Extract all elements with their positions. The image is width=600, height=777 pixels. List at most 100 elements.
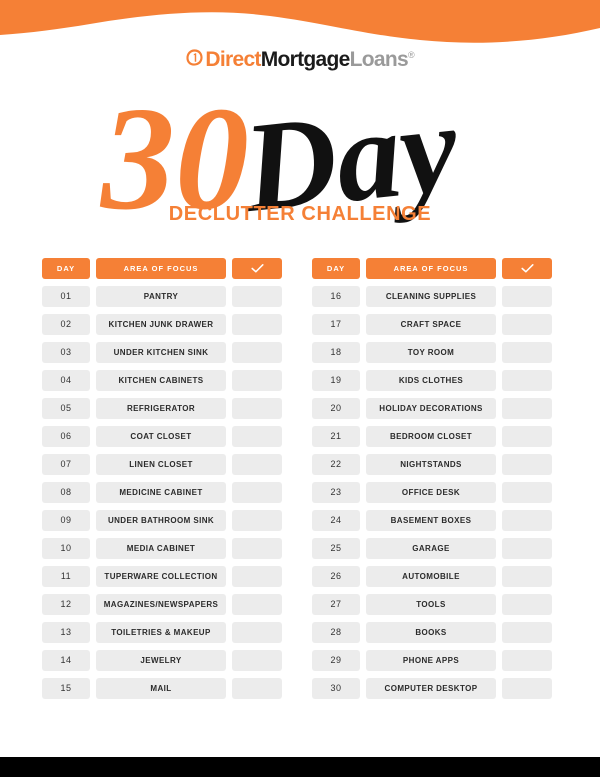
- cell-area-of-focus: COAT CLOSET: [96, 426, 226, 447]
- cell-checkbox[interactable]: [502, 678, 552, 699]
- table-row: 06 COAT CLOSET: [42, 426, 282, 447]
- cell-checkbox[interactable]: [232, 426, 282, 447]
- cell-checkbox[interactable]: [232, 566, 282, 587]
- table-row: 20 HOLIDAY DECORATIONS: [312, 398, 552, 419]
- table-row: 29 PHONE APPS: [312, 650, 552, 671]
- table-header-row-left: DAY AREA OF FOCUS: [42, 258, 282, 279]
- header-day: DAY: [42, 258, 90, 279]
- header-area: AREA OF FOCUS: [366, 258, 496, 279]
- cell-area-of-focus: JEWELRY: [96, 650, 226, 671]
- table-row: 18 TOY ROOM: [312, 342, 552, 363]
- table-row: 21 BEDROOM CLOSET: [312, 426, 552, 447]
- cell-day: 13: [42, 622, 90, 643]
- cell-area-of-focus: BASEMENT BOXES: [366, 510, 496, 531]
- cell-checkbox[interactable]: [232, 482, 282, 503]
- cell-day: 30: [312, 678, 360, 699]
- cell-area-of-focus: TOY ROOM: [366, 342, 496, 363]
- cell-checkbox[interactable]: [502, 426, 552, 447]
- cell-checkbox[interactable]: [502, 286, 552, 307]
- cell-checkbox[interactable]: [502, 398, 552, 419]
- cell-checkbox[interactable]: [502, 454, 552, 475]
- cell-area-of-focus: KITCHEN JUNK DRAWER: [96, 314, 226, 335]
- cell-checkbox[interactable]: [502, 622, 552, 643]
- cell-checkbox[interactable]: [502, 510, 552, 531]
- table-row: 19 KIDS CLOTHES: [312, 370, 552, 391]
- cell-checkbox[interactable]: [232, 370, 282, 391]
- cell-area-of-focus: MAIL: [96, 678, 226, 699]
- cell-area-of-focus: TUPERWARE COLLECTION: [96, 566, 226, 587]
- cell-area-of-focus: COMPUTER DESKTOP: [366, 678, 496, 699]
- cell-day: 08: [42, 482, 90, 503]
- cell-area-of-focus: TOILETRIES & MAKEUP: [96, 622, 226, 643]
- cell-day: 29: [312, 650, 360, 671]
- cell-checkbox[interactable]: [232, 314, 282, 335]
- cell-checkbox[interactable]: [232, 342, 282, 363]
- cell-checkbox[interactable]: [502, 370, 552, 391]
- cell-area-of-focus: KIDS CLOTHES: [366, 370, 496, 391]
- cell-day: 03: [42, 342, 90, 363]
- cell-day: 26: [312, 566, 360, 587]
- cell-checkbox[interactable]: [502, 538, 552, 559]
- cell-day: 23: [312, 482, 360, 503]
- table-row: 28 BOOKS: [312, 622, 552, 643]
- cell-checkbox[interactable]: [232, 622, 282, 643]
- cell-area-of-focus: CLEANING SUPPLIES: [366, 286, 496, 307]
- challenge-table-left: DAY AREA OF FOCUS 01 PANTRY 02 KITCHEN JUNK…: [42, 258, 282, 706]
- cell-checkbox[interactable]: [502, 342, 552, 363]
- cell-day: 05: [42, 398, 90, 419]
- table-row: 09 UNDER BATHROOM SINK: [42, 510, 282, 531]
- header-area: AREA OF FOCUS: [96, 258, 226, 279]
- cell-checkbox[interactable]: [232, 594, 282, 615]
- cell-area-of-focus: PHONE APPS: [366, 650, 496, 671]
- cell-area-of-focus: UNDER KITCHEN SINK: [96, 342, 226, 363]
- cell-checkbox[interactable]: [232, 650, 282, 671]
- cell-checkbox[interactable]: [502, 594, 552, 615]
- table-row: 07 LINEN CLOSET: [42, 454, 282, 475]
- cell-area-of-focus: BOOKS: [366, 622, 496, 643]
- cell-checkbox[interactable]: [232, 398, 282, 419]
- table-row: 03 UNDER KITCHEN SINK: [42, 342, 282, 363]
- cell-area-of-focus: PANTRY: [96, 286, 226, 307]
- cell-area-of-focus: CRAFT SPACE: [366, 314, 496, 335]
- cell-area-of-focus: MEDIA CABINET: [96, 538, 226, 559]
- cell-area-of-focus: MEDICINE CABINET: [96, 482, 226, 503]
- cell-checkbox[interactable]: [232, 678, 282, 699]
- table-row: 30 COMPUTER DESKTOP: [312, 678, 552, 699]
- table-row: 22 NIGHTSTANDS: [312, 454, 552, 475]
- cell-area-of-focus: AUTOMOBILE: [366, 566, 496, 587]
- table-row: 01 PANTRY: [42, 286, 282, 307]
- cell-day: 07: [42, 454, 90, 475]
- table-row: 08 MEDICINE CABINET: [42, 482, 282, 503]
- hero-subtitle: DECLUTTER CHALLENGE: [168, 203, 432, 225]
- cell-checkbox[interactable]: [232, 538, 282, 559]
- table-row: 15 MAIL: [42, 678, 282, 699]
- table-row: 12 MAGAZINES/NEWSPAPERS: [42, 594, 282, 615]
- cell-checkbox[interactable]: [502, 482, 552, 503]
- header-check: [232, 258, 282, 279]
- cell-day: 20: [312, 398, 360, 419]
- cell-day: 24: [312, 510, 360, 531]
- table-row: 14 JEWELRY: [42, 650, 282, 671]
- cell-checkbox[interactable]: [502, 314, 552, 335]
- cell-area-of-focus: LINEN CLOSET: [96, 454, 226, 475]
- cell-day: 19: [312, 370, 360, 391]
- logo-text-loans: Loans: [349, 48, 409, 71]
- cell-checkbox[interactable]: [232, 286, 282, 307]
- logo-text-mortgage: Mortgage: [260, 48, 351, 71]
- cell-checkbox[interactable]: [232, 510, 282, 531]
- cell-area-of-focus: KITCHEN CABINETS: [96, 370, 226, 391]
- cell-day: 14: [42, 650, 90, 671]
- cell-day: 22: [312, 454, 360, 475]
- cell-checkbox[interactable]: [502, 566, 552, 587]
- cell-area-of-focus: REFRIGERATOR: [96, 398, 226, 419]
- logo-registered-mark: ®: [407, 49, 415, 60]
- table-row: 26 AUTOMOBILE: [312, 566, 552, 587]
- cell-day: 10: [42, 538, 90, 559]
- logo-text-direct: Direct: [205, 48, 261, 71]
- cell-checkbox[interactable]: [502, 650, 552, 671]
- table-row: 10 MEDIA CABINET: [42, 538, 282, 559]
- cell-checkbox[interactable]: [232, 454, 282, 475]
- logo-mark-icon: [185, 48, 204, 72]
- table-row: 25 GARAGE: [312, 538, 552, 559]
- table-row: 13 TOILETRIES & MAKEUP: [42, 622, 282, 643]
